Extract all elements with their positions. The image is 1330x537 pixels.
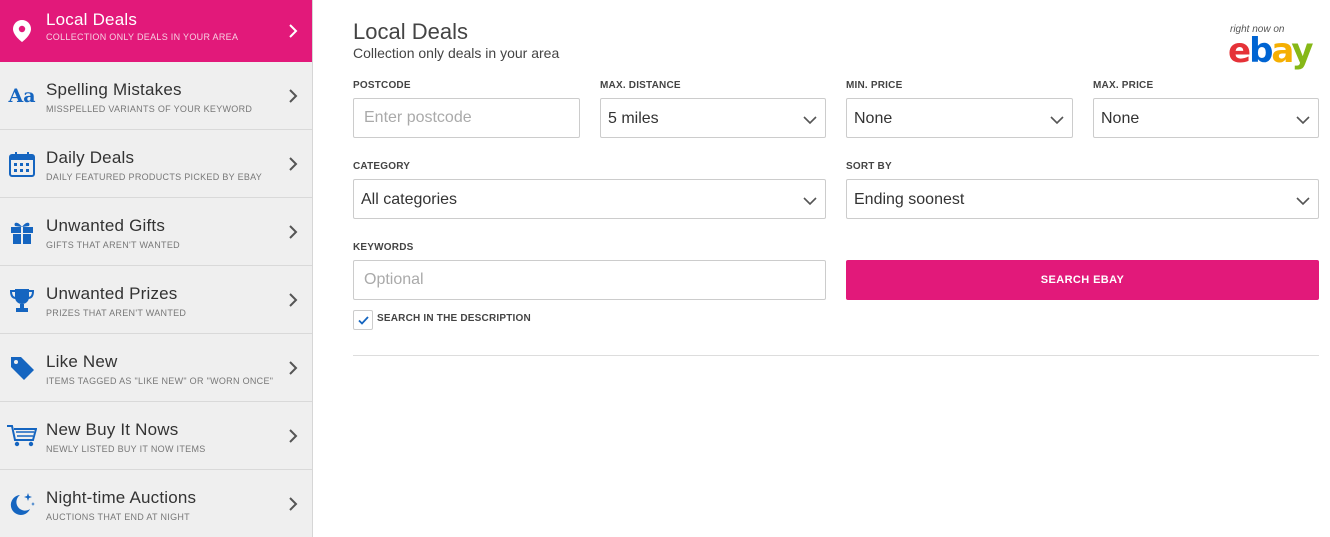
select-value: 5 miles — [608, 110, 659, 127]
page-subtitle: Collection only deals in your area — [353, 45, 560, 61]
checkmark-icon — [358, 316, 369, 325]
min-price-select[interactable]: None — [846, 98, 1073, 138]
sidebar-item-title: Daily Deals — [46, 148, 135, 167]
sidebar-item-daily-deals[interactable]: Daily Deals DAILY FEATURED PRODUCTS PICK… — [0, 130, 312, 198]
sidebar-item-like-new[interactable]: Like New ITEMS TAGGED AS "LIKE NEW" OR "… — [0, 334, 312, 402]
select-value: Ending soonest — [854, 191, 965, 208]
sidebar-item-night-time-auctions[interactable]: Night-time Auctions AUCTIONS THAT END AT… — [0, 470, 312, 537]
chevron-right-icon — [288, 156, 298, 171]
trophy-icon — [7, 285, 37, 315]
search-ebay-button[interactable]: SEARCH EBAY — [846, 260, 1319, 300]
sidebar-item-subtitle: DAILY FEATURED PRODUCTS PICKED BY EBAY — [46, 172, 263, 182]
calendar-icon — [7, 149, 37, 179]
search-description-checkbox[interactable] — [353, 310, 373, 330]
text-aa-icon: Aa — [8, 84, 36, 107]
sidebar-item-subtitle: MISSPELLED VARIANTS OF YOUR KEYWORD — [46, 104, 253, 114]
postcode-input[interactable] — [353, 98, 580, 138]
chevron-down-icon — [1296, 112, 1310, 125]
category-label: CATEGORY — [353, 161, 411, 172]
chevron-down-icon — [803, 193, 817, 206]
sort-by-label: SORT BY — [846, 161, 892, 172]
tag-icon — [7, 353, 37, 383]
moon-stars-icon — [7, 489, 37, 519]
main-panel: Local Deals Collection only deals in you… — [353, 0, 1319, 537]
sidebar-item-title: Spelling Mistakes — [46, 80, 182, 99]
sidebar-item-title: Unwanted Gifts — [46, 216, 166, 235]
sidebar-item-title: Unwanted Prizes — [46, 284, 178, 303]
app-root: Local Deals COLLECTION ONLY DEALS IN YOU… — [0, 0, 1330, 537]
map-pin-icon — [7, 16, 37, 46]
cart-icon — [7, 421, 37, 451]
keywords-label: KEYWORDS — [353, 242, 414, 253]
sidebar-item-unwanted-prizes[interactable]: Unwanted Prizes PRIZES THAT AREN'T WANTE… — [0, 266, 312, 334]
select-value: All categories — [361, 191, 458, 208]
sidebar-item-subtitle: GIFTS THAT AREN'T WANTED — [46, 240, 180, 250]
sidebar-item-subtitle: COLLECTION ONLY DEALS IN YOUR AREA — [46, 32, 239, 42]
max-distance-label: MAX. DISTANCE — [600, 80, 681, 91]
sidebar-item-unwanted-gifts[interactable]: Unwanted Gifts GIFTS THAT AREN'T WANTED — [0, 198, 312, 266]
chevron-right-icon — [288, 292, 298, 307]
sidebar-item-spelling-mistakes[interactable]: Aa Spelling Mistakes MISSPELLED VARIANTS… — [0, 62, 312, 130]
select-value: None — [854, 110, 893, 127]
sidebar-item-subtitle: PRIZES THAT AREN'T WANTED — [46, 308, 187, 318]
sidebar-item-subtitle: AUCTIONS THAT END AT NIGHT — [46, 512, 190, 522]
chevron-right-icon — [288, 496, 298, 511]
max-distance-select[interactable]: 5 miles — [600, 98, 826, 138]
ebay-logo: right now on ebay — [1228, 24, 1320, 74]
sort-by-select[interactable]: Ending soonest — [846, 179, 1319, 219]
sidebar-item-title: Night-time Auctions — [46, 488, 197, 507]
chevron-down-icon — [803, 112, 817, 125]
page-title: Local Deals — [353, 19, 468, 44]
sidebar-item-subtitle: NEWLY LISTED BUY IT NOW ITEMS — [46, 444, 206, 454]
keywords-input[interactable] — [353, 260, 826, 300]
search-description-label: SEARCH IN THE DESCRIPTION — [377, 313, 531, 324]
chevron-down-icon — [1296, 193, 1310, 206]
sidebar-item-title: Local Deals — [46, 10, 138, 29]
sidebar-item-new-buy-it-nows[interactable]: New Buy It Nows NEWLY LISTED BUY IT NOW … — [0, 402, 312, 470]
postcode-label: POSTCODE — [353, 80, 411, 91]
chevron-right-icon — [288, 360, 298, 375]
sidebar-item-local-deals[interactable]: Local Deals COLLECTION ONLY DEALS IN YOU… — [0, 0, 312, 62]
chevron-right-icon — [288, 88, 298, 103]
min-price-label: MIN. PRICE — [846, 80, 903, 91]
max-price-select[interactable]: None — [1093, 98, 1319, 138]
chevron-down-icon — [1050, 112, 1064, 125]
sidebar-item-subtitle: ITEMS TAGGED AS "LIKE NEW" OR "WORN ONCE… — [46, 376, 274, 386]
category-select[interactable]: All categories — [353, 179, 826, 219]
sidebar-item-title: Like New — [46, 352, 118, 371]
chevron-right-icon — [288, 24, 298, 38]
divider — [353, 355, 1319, 356]
sidebar-item-title: New Buy It Nows — [46, 420, 179, 439]
logo-wordmark: ebay — [1228, 31, 1314, 71]
sidebar: Local Deals COLLECTION ONLY DEALS IN YOU… — [0, 0, 313, 537]
select-value: None — [1101, 110, 1140, 127]
chevron-right-icon — [288, 224, 298, 239]
chevron-right-icon — [288, 428, 298, 443]
gift-icon — [7, 217, 37, 247]
max-price-label: MAX. PRICE — [1093, 80, 1154, 91]
